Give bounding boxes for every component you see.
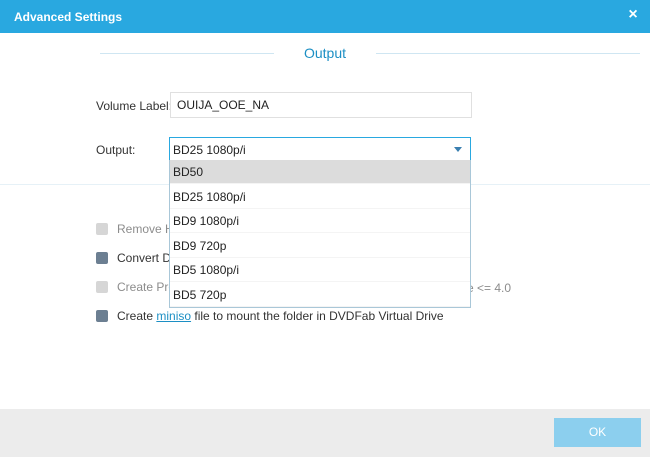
- miniso-text-before: Create: [117, 309, 157, 323]
- dropdown-option[interactable]: BD5 1080p/i: [170, 258, 470, 282]
- volume-label-input[interactable]: OUIJA_OOE_NA: [170, 92, 472, 118]
- dropdown-option[interactable]: BD9 720p: [170, 234, 470, 258]
- output-label-text: Output:: [96, 143, 136, 157]
- section-line-left: [100, 53, 274, 54]
- chevron-down-icon[interactable]: [454, 147, 462, 152]
- create-miniso-label: Create miniso file to mount the folder i…: [117, 309, 444, 323]
- section-line-right: [376, 53, 640, 54]
- dropdown-option[interactable]: BD9 1080p/i: [170, 209, 470, 233]
- create-profile-trail: e <= 4.0: [467, 281, 512, 295]
- output-dropdown-list: BD50 BD25 1080p/i BD9 1080p/i BD9 720p B…: [169, 160, 471, 308]
- create-profile-label: Create Pro: [117, 280, 176, 294]
- create-miniso-checkbox[interactable]: [96, 310, 108, 322]
- create-profile-checkbox[interactable]: [96, 281, 108, 293]
- remove-hd-checkbox[interactable]: [96, 223, 108, 235]
- window-title: Advanced Settings: [14, 10, 123, 24]
- convert-dts-checkbox[interactable]: [96, 252, 108, 264]
- dropdown-option[interactable]: BD25 1080p/i: [170, 185, 470, 209]
- section-title: Output: [303, 45, 347, 61]
- volume-label-text: Volume Label:: [96, 99, 173, 113]
- dropdown-option[interactable]: BD5 720p: [170, 283, 470, 307]
- output-select[interactable]: BD25 1080p/i: [169, 137, 471, 161]
- footer-bar: [0, 409, 650, 457]
- miniso-link[interactable]: miniso: [156, 309, 191, 323]
- ok-button[interactable]: OK: [554, 418, 641, 447]
- section-header: Output: [0, 38, 650, 68]
- title-bar: Advanced Settings ×: [0, 0, 650, 33]
- miniso-text-after: file to mount the folder in DVDFab Virtu…: [191, 309, 444, 323]
- output-selected-value: BD25 1080p/i: [173, 143, 246, 157]
- close-icon[interactable]: ×: [626, 7, 640, 23]
- dropdown-option[interactable]: BD50: [170, 160, 470, 184]
